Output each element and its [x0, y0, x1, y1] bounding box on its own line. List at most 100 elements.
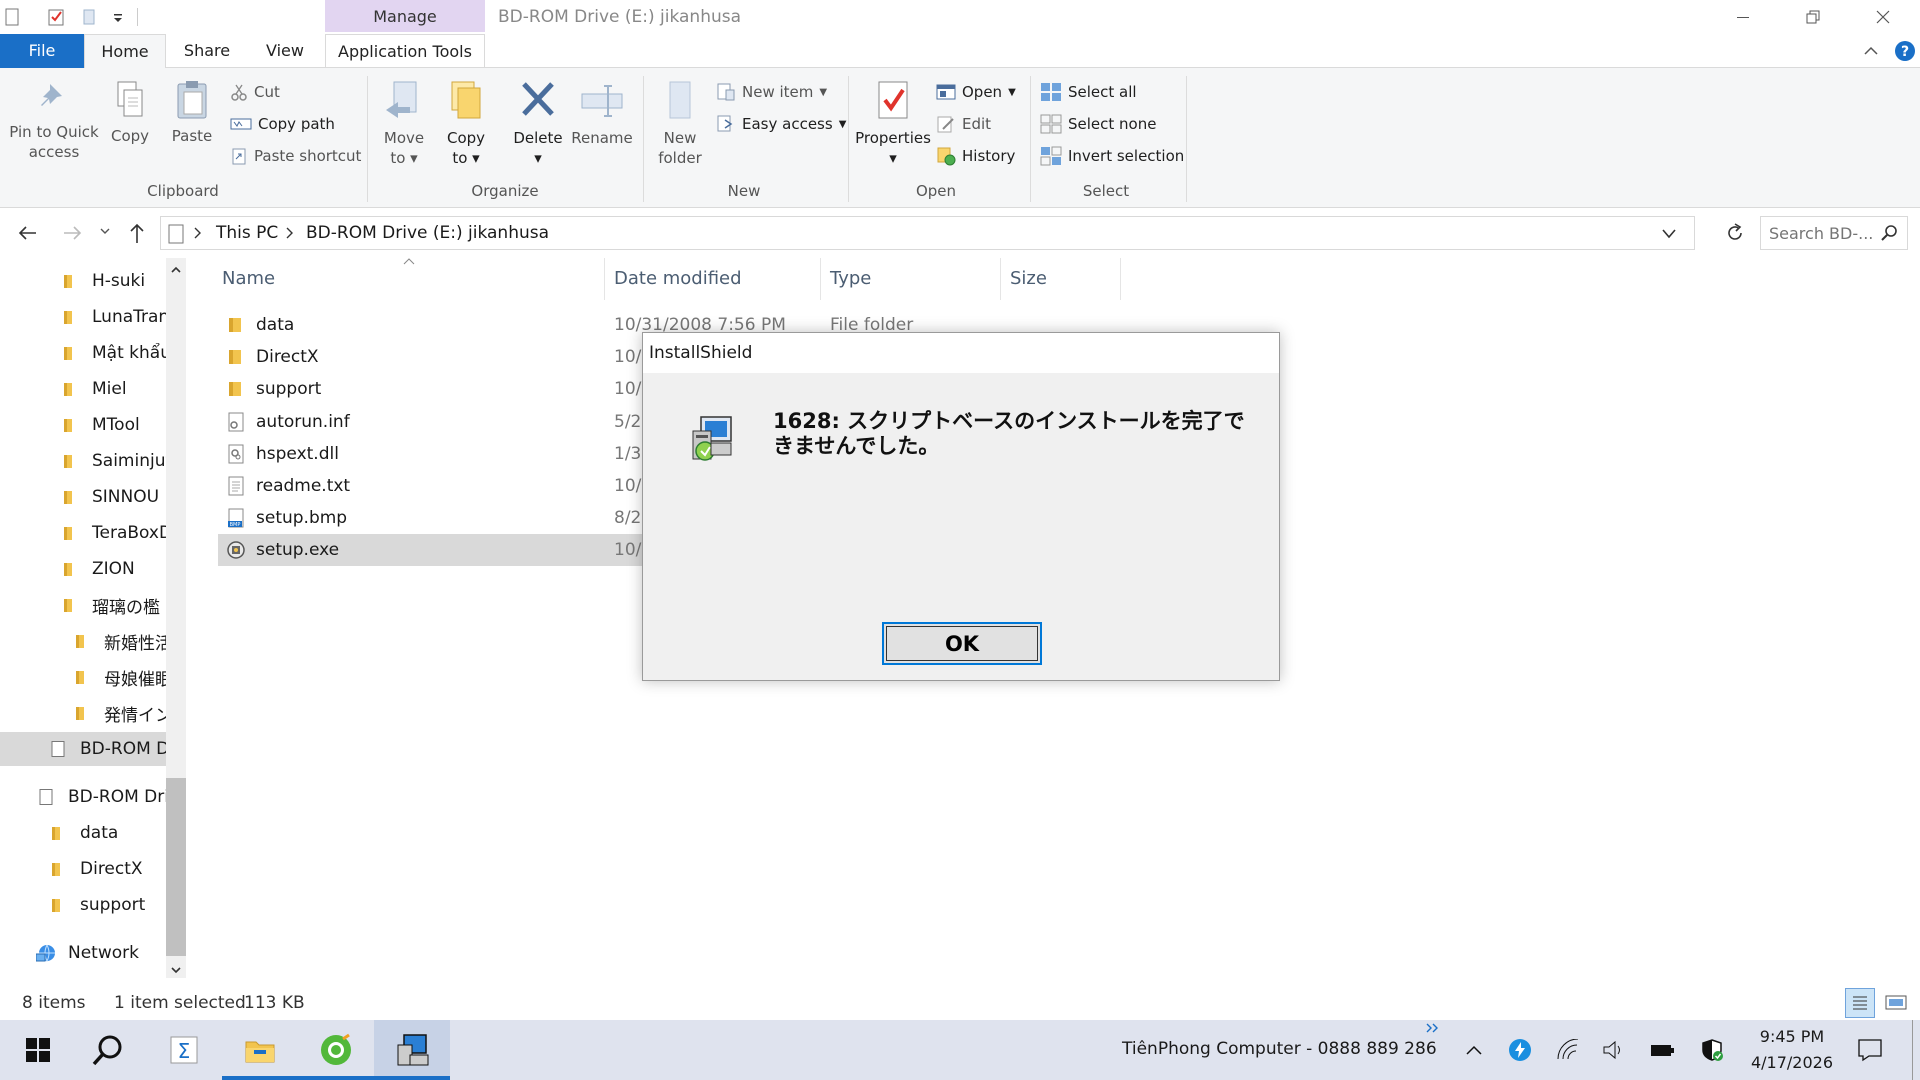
show-hidden-icons-button[interactable] — [1456, 1020, 1492, 1080]
properties-button[interactable]: Properties ▾ — [854, 80, 932, 168]
address-bar[interactable]: This PC BD-ROM Drive (E:) jikanhusa — [160, 216, 1695, 250]
column-header-size[interactable]: Size — [1010, 258, 1047, 300]
rename-button[interactable]: Rename — [570, 80, 634, 148]
file-row[interactable]: BMP setup.bmp — [218, 502, 638, 534]
column-header-name[interactable]: Name — [222, 258, 275, 300]
pin-to-quick-access-button[interactable]: Pin to Quick access — [6, 80, 102, 162]
file-row[interactable]: readme.txt — [218, 470, 638, 502]
tray-lightning-app[interactable] — [1500, 1020, 1540, 1080]
search-input[interactable] — [1769, 222, 1875, 244]
back-arrow-icon[interactable] — [16, 222, 38, 244]
open-button[interactable]: Open ▼ — [936, 80, 1016, 104]
file-row[interactable]: autorun.inf — [218, 406, 638, 438]
breadcrumb-this-pc[interactable]: This PC — [216, 223, 278, 243]
breadcrumb-drive[interactable]: BD-ROM Drive (E:) jikanhusa — [306, 223, 549, 243]
sidebar-item[interactable]: data — [50, 816, 166, 850]
file-row[interactable]: DirectX — [218, 341, 638, 373]
file-row[interactable]: support — [218, 373, 638, 405]
address-history-chevron-icon[interactable] — [1661, 227, 1677, 241]
installer-taskbar-button[interactable] — [374, 1020, 450, 1080]
tab-file[interactable]: File — [0, 34, 84, 68]
tab-view[interactable]: View — [248, 34, 322, 68]
network-tray-button[interactable] — [1548, 1020, 1588, 1080]
file-explorer-taskbar-button[interactable] — [222, 1020, 298, 1080]
clock-button[interactable]: 9:45 PM 4/17/2026 — [1742, 1020, 1842, 1080]
battery-tray-button[interactable] — [1642, 1020, 1682, 1080]
cut-button[interactable]: Cut — [230, 80, 280, 104]
sidebar-item[interactable]: MTool — [62, 408, 166, 442]
breadcrumb-chevron-icon[interactable] — [285, 226, 295, 240]
sidebar-item[interactable]: 発情インス — [74, 696, 166, 730]
ok-button[interactable]: OK — [882, 622, 1042, 665]
move-to-button[interactable]: Move to ▾ — [378, 80, 430, 168]
file-row[interactable]: hspext.dll — [218, 438, 638, 470]
sidebar-item[interactable]: Mật khẩu — [62, 336, 166, 370]
sidebar-item[interactable]: 新婚性活 — [74, 624, 166, 658]
column-header-date[interactable]: Date modified — [614, 258, 742, 300]
paste-shortcut-button[interactable]: Paste shortcut — [230, 144, 361, 168]
tab-share[interactable]: Share — [166, 34, 248, 68]
history-button[interactable]: History — [936, 144, 1015, 168]
sidebar-item[interactable]: Saiminjuts — [62, 444, 166, 478]
sidebar-item[interactable]: TeraBoxDo — [62, 516, 166, 550]
file-row[interactable]: setup.exe — [218, 534, 642, 567]
copy-button[interactable]: Copy — [104, 80, 156, 146]
sidebar-item[interactable]: Miel — [62, 372, 166, 406]
up-arrow-icon[interactable] — [126, 221, 148, 245]
search-taskbar-button[interactable] — [70, 1020, 146, 1080]
edit-button[interactable]: Edit — [936, 112, 991, 136]
new-folder-icon[interactable] — [80, 7, 100, 27]
properties-check-icon[interactable] — [46, 7, 66, 27]
sidebar-item[interactable]: H-suki — [62, 264, 166, 298]
column-separator[interactable] — [604, 258, 605, 300]
recent-locations-chevron-icon[interactable] — [98, 224, 112, 238]
sidebar-item[interactable]: Network — [36, 936, 166, 970]
sidebar-item[interactable]: BD-ROM Dri — [38, 780, 166, 814]
new-folder-button[interactable]: New folder — [654, 80, 706, 168]
copy-path-button[interactable]: Copy path — [230, 112, 335, 136]
sidebar-item[interactable]: 母娘催眠 — [74, 660, 166, 694]
quick-access-dropdown-icon[interactable] — [108, 7, 128, 27]
help-icon[interactable]: ? — [1894, 40, 1916, 62]
large-icons-view-icon[interactable] — [1882, 988, 1910, 1016]
sidebar-item[interactable]: DirectX — [50, 852, 166, 886]
scroll-up-arrow-icon[interactable] — [170, 264, 182, 276]
easy-access-button[interactable]: Easy access ▼ — [716, 112, 846, 136]
sidebar-item[interactable]: BD-ROM D — [0, 732, 166, 766]
sidebar-item[interactable]: LunaTrans — [62, 300, 166, 334]
tab-application-tools[interactable]: Application Tools — [325, 34, 485, 68]
select-all-button[interactable]: Select all — [1040, 80, 1137, 104]
select-none-button[interactable]: Select none — [1040, 112, 1156, 136]
sidebar-item[interactable]: ZION — [62, 552, 166, 586]
forward-arrow-icon[interactable] — [62, 222, 84, 244]
nav-scrollbar-thumb[interactable] — [166, 778, 186, 956]
toolbar-expand-chevron-icon[interactable] — [1425, 1022, 1441, 1036]
refresh-icon[interactable] — [1725, 222, 1745, 244]
start-button[interactable] — [0, 1020, 76, 1080]
green-app-taskbar-button[interactable] — [298, 1020, 374, 1080]
minimize-button[interactable] — [1720, 4, 1766, 30]
close-button[interactable] — [1860, 4, 1906, 30]
column-separator[interactable] — [1000, 258, 1001, 300]
search-icon[interactable] — [1881, 224, 1899, 242]
invert-selection-button[interactable]: Invert selection — [1040, 144, 1184, 168]
sidebar-item[interactable]: 瑠璃の檻 , — [62, 588, 166, 622]
copy-to-button[interactable]: Copy to ▾ — [440, 80, 492, 168]
scroll-down-arrow-icon[interactable] — [170, 964, 182, 976]
restore-button[interactable] — [1790, 4, 1836, 30]
notifications-button[interactable] — [1848, 1020, 1892, 1080]
volume-tray-button[interactable] — [1594, 1020, 1634, 1080]
sidebar-item[interactable]: support — [50, 888, 166, 922]
delete-button[interactable]: Delete ▾ — [508, 80, 568, 168]
file-row[interactable]: data — [218, 309, 638, 341]
security-tray-button[interactable] — [1692, 1020, 1732, 1080]
column-header-type[interactable]: Type — [830, 258, 871, 300]
powershell-taskbar-button[interactable]: Σ — [146, 1020, 222, 1080]
tab-home[interactable]: Home — [84, 34, 166, 69]
paste-button[interactable]: Paste — [166, 80, 218, 146]
search-box[interactable] — [1760, 216, 1908, 250]
details-view-icon[interactable] — [1845, 988, 1875, 1018]
column-separator[interactable] — [820, 258, 821, 300]
breadcrumb-chevron-icon[interactable] — [193, 226, 203, 240]
column-separator[interactable] — [1120, 258, 1121, 300]
